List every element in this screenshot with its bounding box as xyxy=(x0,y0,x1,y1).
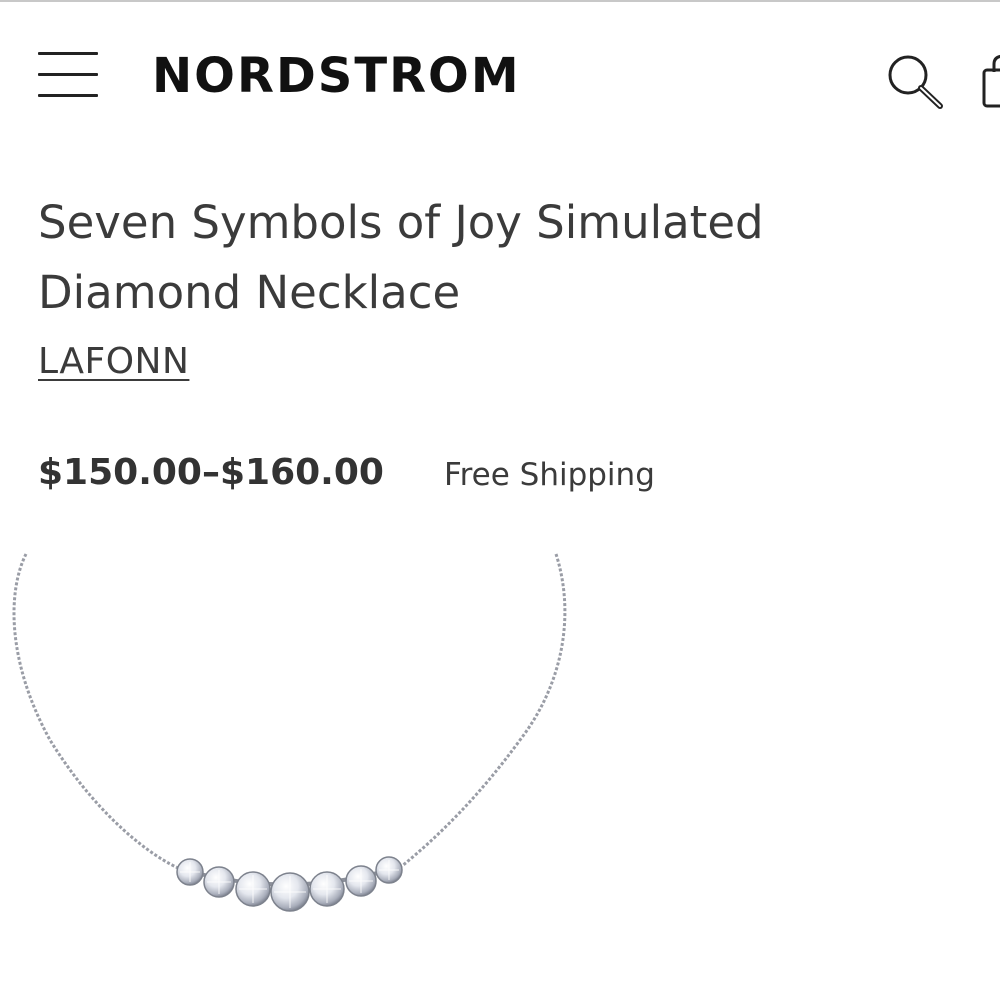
nordstrom-logo[interactable]: NORDSTROM xyxy=(152,46,521,106)
hamburger-menu-icon[interactable] xyxy=(38,52,100,100)
free-shipping-label: Free Shipping xyxy=(444,457,655,493)
brand-link[interactable]: LAFONN xyxy=(38,338,189,386)
shopping-bag-icon[interactable] xyxy=(980,54,1000,110)
menu-bar xyxy=(38,52,98,55)
product-price: $150.00–$160.00 xyxy=(38,452,384,493)
necklace-image[interactable] xyxy=(0,550,600,1000)
menu-bar xyxy=(38,94,98,97)
top-divider xyxy=(0,0,1000,2)
search-icon[interactable] xyxy=(884,52,948,112)
product-title: Seven Symbols of Joy Simulated Diamond N… xyxy=(38,196,764,319)
menu-bar xyxy=(38,73,98,76)
